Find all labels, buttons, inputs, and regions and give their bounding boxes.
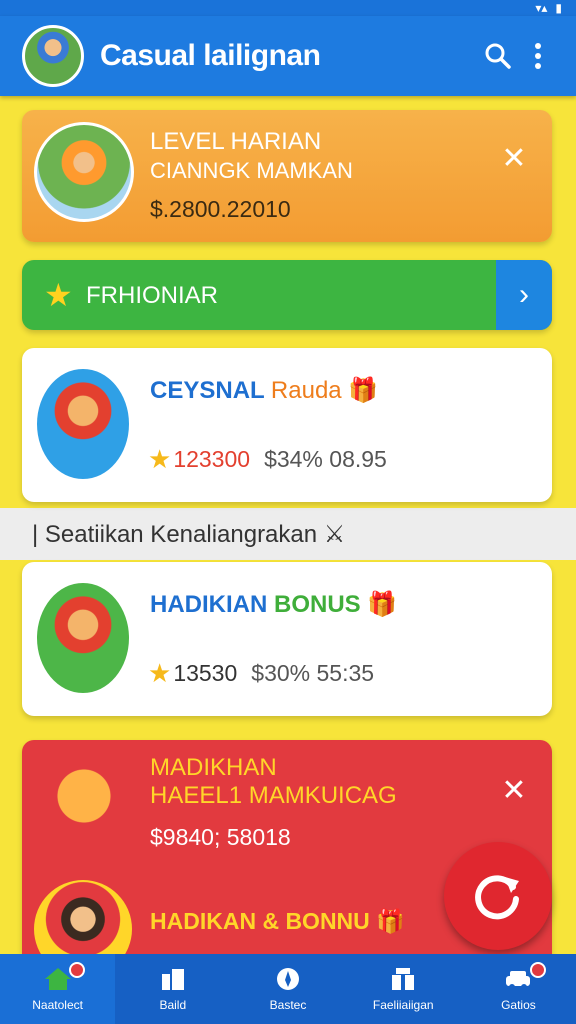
promo-label: FRHIONIAR bbox=[86, 282, 218, 309]
gift-icon: 🎁 bbox=[376, 908, 405, 934]
red-bonus-text: HADIKAN & BONNU bbox=[150, 908, 370, 934]
section-heading-text: Seatiikan Kenaliangrakan bbox=[44, 521, 318, 548]
game-title-tag: Rauda bbox=[270, 377, 342, 404]
game-card[interactable]: HADIKIAN BONUS 🎁 ★ 13530 $30% 55:35 bbox=[22, 562, 552, 716]
app-title: Casual lailignan bbox=[100, 39, 321, 72]
notification-badge bbox=[69, 962, 86, 978]
level-image bbox=[34, 122, 134, 222]
red-title-line-1: MADIKHAN bbox=[150, 754, 277, 781]
level-amount: $.2800.22010 bbox=[150, 196, 291, 222]
mascot-image bbox=[34, 580, 132, 696]
nav-item-explore[interactable]: Bastec bbox=[230, 954, 345, 1024]
level-card[interactable]: LEVEL HARIAN CIANNGK MAMKAN $.2800.22010… bbox=[22, 110, 552, 242]
red-title-line-2: HAEEL1 MAMKUICAG bbox=[150, 782, 397, 809]
nav-item-rewards[interactable]: Faeliiaiigan bbox=[346, 954, 461, 1024]
nav-item-garage[interactable]: Gatios bbox=[461, 954, 576, 1024]
gift-icon: 🎁 bbox=[348, 377, 379, 404]
refresh-fab[interactable] bbox=[444, 842, 552, 950]
promo-bar[interactable]: ★ FRHIONIAR › bbox=[22, 260, 552, 330]
nav-item-home[interactable]: Naatolect bbox=[0, 954, 116, 1024]
game-stats: ★ 123300 $34% 08.95 bbox=[148, 444, 387, 475]
star-icon: ★ bbox=[44, 277, 73, 313]
game-title: HADIKIAN BONUS 🎁 bbox=[150, 590, 397, 619]
close-icon[interactable]: ✕ bbox=[494, 770, 534, 810]
star-icon: ★ bbox=[148, 658, 172, 688]
search-icon[interactable] bbox=[478, 36, 518, 76]
game-title: CEYSNAL Rauda 🎁 bbox=[150, 376, 378, 405]
nav-label: Faeliiaiigan bbox=[372, 998, 434, 1012]
battery-icon: ▮ bbox=[555, 1, 562, 15]
game-stats: ★ 13530 $30% 55:35 bbox=[148, 658, 374, 689]
nav-label: Baild bbox=[159, 998, 187, 1012]
more-vert-icon[interactable] bbox=[518, 36, 558, 76]
game-points: 13530 bbox=[173, 660, 238, 686]
mascot-image bbox=[36, 752, 132, 862]
bottom-nav: Naatolect Baild Bastec Faeliiaiigan Gati… bbox=[0, 954, 576, 1024]
nav-label: Naatolect bbox=[32, 998, 83, 1012]
nav-label: Bastec bbox=[269, 998, 307, 1012]
close-icon[interactable]: ✕ bbox=[494, 138, 534, 178]
home-icon bbox=[43, 966, 73, 992]
game-money: $34% 08.95 bbox=[264, 446, 387, 472]
notification-badge bbox=[530, 962, 547, 978]
game-points: 123300 bbox=[173, 446, 251, 472]
sort-icon: ⚔ bbox=[323, 521, 346, 548]
red-bonus-label: HADIKAN & BONNU 🎁 bbox=[150, 908, 405, 935]
game-title-main: CEYSNAL bbox=[150, 377, 265, 404]
nav-label: Gatios bbox=[501, 998, 536, 1012]
compass-icon bbox=[273, 966, 303, 992]
game-title-tag: BONUS bbox=[274, 591, 361, 618]
nav-item-build[interactable]: Baild bbox=[115, 954, 230, 1024]
car-icon bbox=[503, 966, 533, 992]
game-money: $30% 55:35 bbox=[251, 660, 375, 686]
gift-icon: 🎁 bbox=[367, 591, 398, 618]
avatar[interactable] bbox=[22, 25, 84, 87]
building-icon bbox=[158, 966, 188, 992]
section-heading: | Seatiikan Kenaliangrakan ⚔ bbox=[32, 521, 346, 548]
star-icon: ★ bbox=[148, 444, 172, 474]
signal-icon: ▾▴ bbox=[535, 1, 548, 15]
app-bar: Casual lailignan bbox=[0, 16, 576, 96]
mascot-image bbox=[34, 366, 132, 482]
gift-icon bbox=[388, 966, 418, 992]
status-bar: ▾▴ ▮ bbox=[0, 0, 576, 16]
game-title-main: HADIKIAN bbox=[150, 591, 268, 618]
game-card[interactable]: CEYSNAL Rauda 🎁 ★ 123300 $34% 08.95 bbox=[22, 348, 552, 502]
red-amount: $9840; 58018 bbox=[150, 824, 291, 850]
chevron-right-icon[interactable]: › bbox=[496, 260, 552, 330]
level-subtitle: CIANNGK MAMKAN bbox=[150, 158, 353, 183]
level-title: LEVEL HARIAN bbox=[150, 128, 322, 155]
refresh-icon bbox=[475, 875, 519, 920]
